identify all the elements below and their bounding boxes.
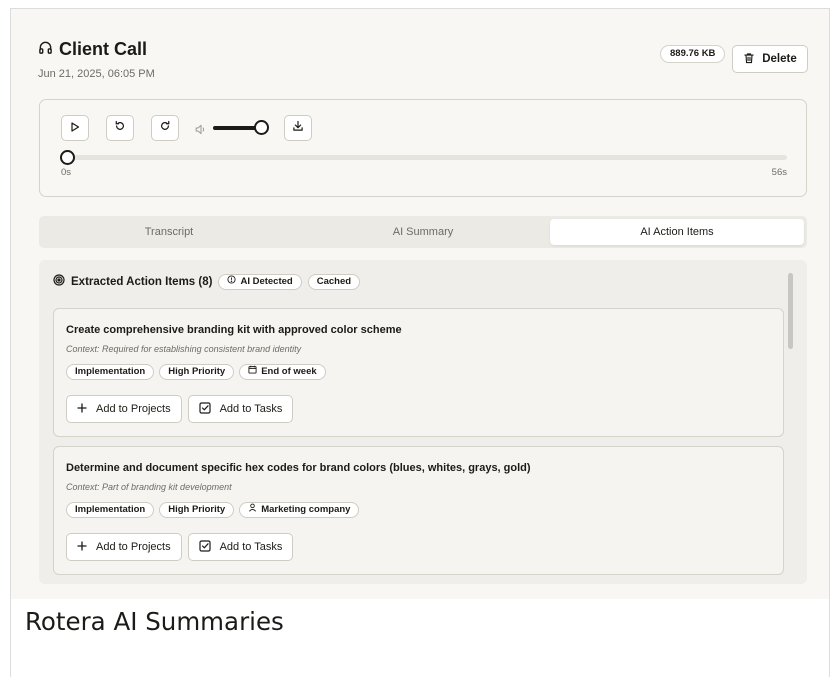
rotate-cw-icon [159, 119, 171, 137]
target-icon [53, 273, 65, 291]
forward-button[interactable] [151, 115, 179, 141]
add-to-tasks-button[interactable]: Add to Tasks [187, 395, 294, 423]
alert-circle-icon [227, 275, 237, 289]
tab-transcript[interactable]: Transcript [43, 219, 295, 245]
ai-detected-label: AI Detected [240, 276, 293, 287]
action-items-title: Extracted Action Items (8) [71, 276, 213, 288]
view-tabs: Transcript AI Summary AI Action Items [39, 216, 807, 248]
checkbox-icon [198, 401, 211, 417]
play-button[interactable] [61, 115, 89, 141]
action-items-header: Extracted Action Items (8) AI Detected C… [53, 273, 361, 291]
tab-ai-summary[interactable]: AI Summary [297, 219, 549, 245]
current-time: 0s [61, 167, 72, 178]
category-tag: Implementation [66, 502, 155, 518]
action-item-tags: Implementation High Priority End of week [66, 364, 326, 380]
recording-card: Client Call Jun 21, 2025, 06:05 PM 889.7… [11, 9, 829, 599]
plus-icon [77, 402, 87, 416]
seek-bar-handle[interactable] [60, 150, 75, 165]
ai-detected-badge: AI Detected [218, 274, 302, 290]
caption-text: Rotera AI Summaries [25, 607, 284, 636]
plus-icon [77, 540, 87, 554]
rotate-ccw-icon [114, 119, 126, 137]
play-icon [70, 119, 80, 137]
delete-label: Delete [762, 53, 797, 65]
seek-bar[interactable] [61, 155, 787, 160]
audio-player: 0s 56s [39, 99, 807, 197]
add-to-projects-button[interactable]: Add to Projects [66, 395, 182, 423]
delete-button[interactable]: Delete [732, 45, 808, 73]
add-to-tasks-label: Add to Tasks [219, 403, 283, 415]
user-icon [248, 503, 257, 517]
action-item-context: Context: Required for establishing consi… [66, 344, 302, 354]
window-frame: Client Call Jun 21, 2025, 06:05 PM 889.7… [10, 8, 830, 677]
cached-badge: Cached [307, 274, 361, 290]
action-item-card: Create comprehensive branding kit with a… [53, 308, 784, 437]
recording-title: Client Call [59, 39, 148, 59]
action-item-context: Context: Part of branding kit developmen… [66, 482, 232, 492]
action-item-tags: Implementation High Priority Marketing c… [66, 502, 360, 518]
assignee-label: Marketing company [261, 504, 351, 515]
action-item-title: Create comprehensive branding kit with a… [66, 324, 402, 336]
file-size-badge: 889.76 KB [660, 45, 726, 63]
download-icon [292, 119, 304, 137]
add-to-projects-label: Add to Projects [96, 541, 171, 553]
download-button[interactable] [284, 115, 312, 141]
add-to-projects-button[interactable]: Add to Projects [66, 533, 182, 561]
checkbox-icon [198, 539, 211, 555]
category-tag: Implementation [66, 364, 155, 380]
due-date-tag: End of week [239, 364, 326, 380]
volume-slider-handle[interactable] [254, 120, 269, 135]
rewind-button[interactable] [106, 115, 134, 141]
action-item-buttons: Add to Projects Add to Tasks [66, 533, 294, 561]
assignee-tag: Marketing company [239, 502, 360, 518]
add-to-tasks-button[interactable]: Add to Tasks [187, 533, 294, 561]
tab-ai-action-items[interactable]: AI Action Items [550, 219, 804, 245]
total-duration: 56s [771, 167, 787, 178]
recording-date: Jun 21, 2025, 06:05 PM [38, 68, 155, 80]
headphones-icon [38, 40, 53, 60]
trash-icon [743, 52, 755, 67]
panel-scrollbar[interactable] [788, 273, 793, 349]
due-date-label: End of week [261, 366, 317, 377]
recording-header: Client Call [38, 39, 147, 60]
volume-icon[interactable] [195, 122, 207, 140]
action-item-title: Determine and document specific hex code… [66, 462, 531, 474]
add-to-tasks-label: Add to Tasks [219, 541, 283, 553]
add-to-projects-label: Add to Projects [96, 403, 171, 415]
action-item-card: Determine and document specific hex code… [53, 446, 784, 575]
priority-tag: High Priority [159, 502, 235, 518]
action-items-panel: Extracted Action Items (8) AI Detected C… [39, 260, 807, 584]
calendar-icon [248, 365, 257, 379]
action-item-buttons: Add to Projects Add to Tasks [66, 395, 294, 423]
priority-tag: High Priority [159, 364, 235, 380]
